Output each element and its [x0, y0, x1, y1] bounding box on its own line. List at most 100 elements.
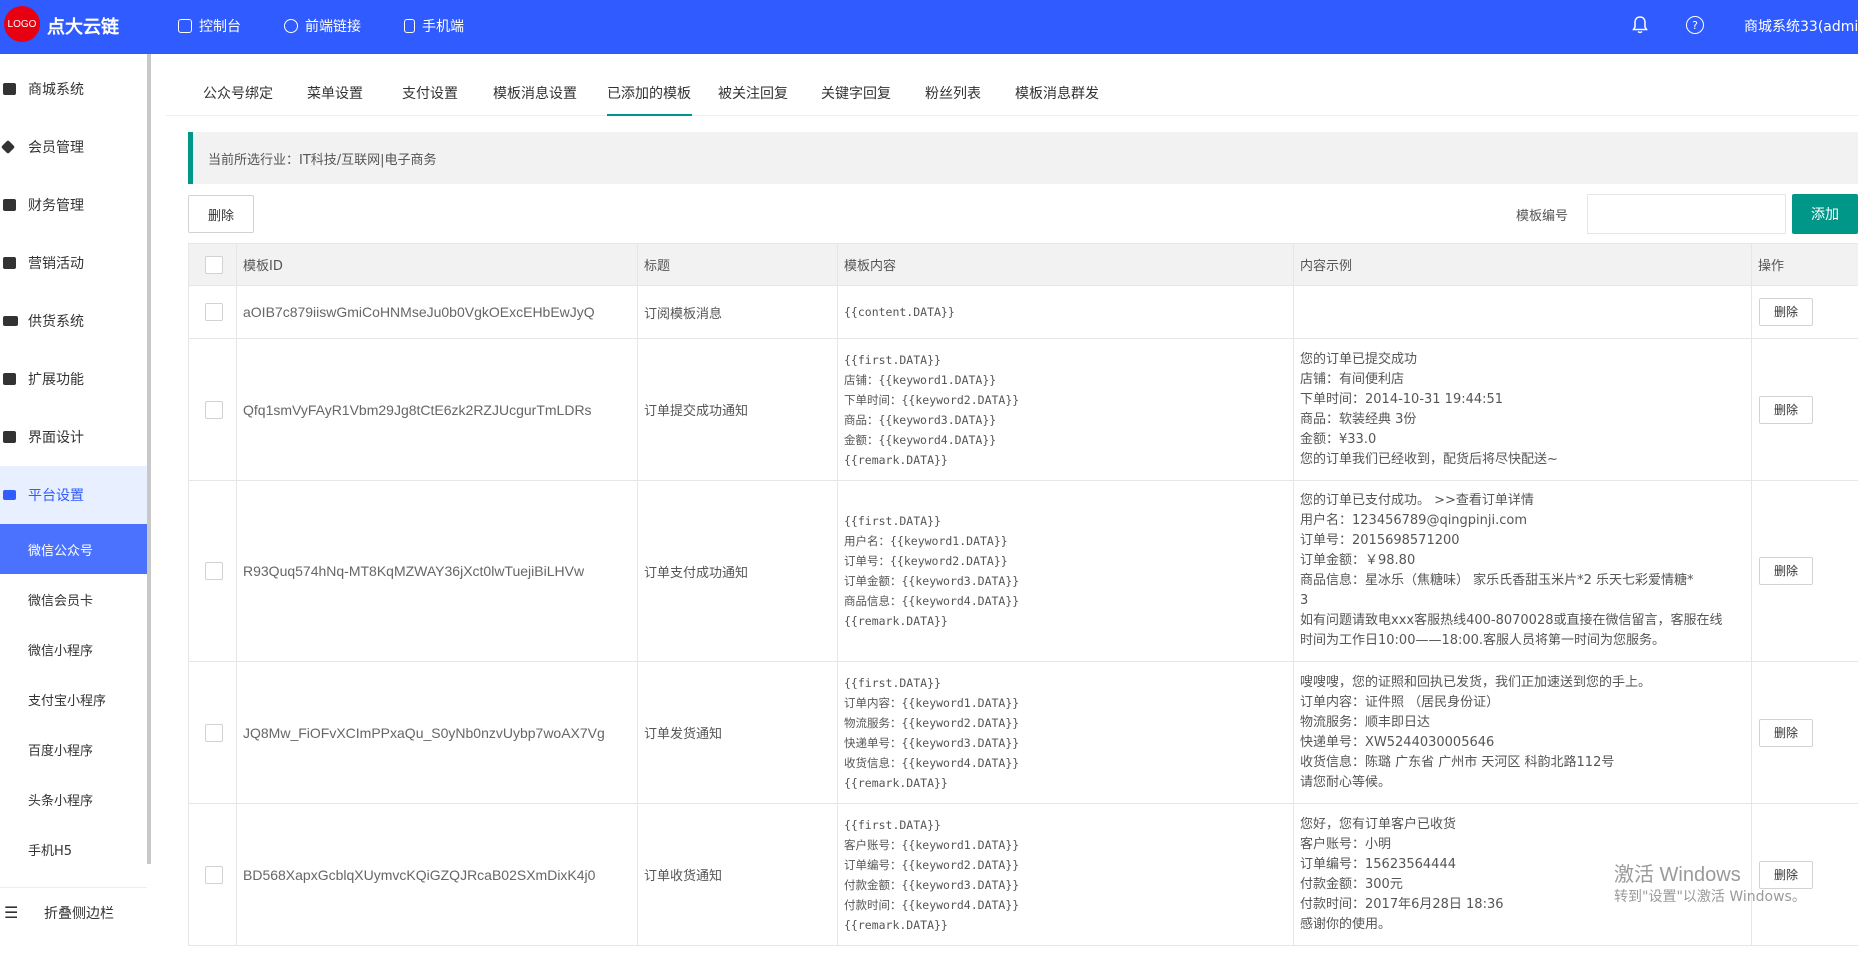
tab-bar: 公众号绑定 菜单设置 支付设置 模板消息设置 已添加的模板 被关注回复 关键字回…	[166, 54, 1858, 116]
sidebar-sub-label: 手机H5	[28, 843, 73, 859]
actions-cell: 删除	[1751, 338, 1858, 481]
sidebar-sub-wechat-card[interactable]: 微信会员卡	[0, 574, 147, 624]
example-text: 嗖嗖嗖，您的证照和回执已发货，我们正加速送到您的手上。 订单内容：证件照 （居民身…	[1300, 673, 1745, 793]
tab-follow-reply[interactable]: 被关注回复	[718, 83, 788, 103]
template-title-cell: 订单提交成功通知	[637, 338, 838, 481]
tab-template-broadcast[interactable]: 模板消息群发	[1015, 83, 1099, 103]
row-checkbox[interactable]	[205, 723, 223, 742]
template-title-cell: 订阅模板消息	[637, 285, 838, 339]
sidebar-sub-wechat-official[interactable]: 微信公众号	[0, 524, 147, 574]
tab-account-binding[interactable]: 公众号绑定	[203, 83, 273, 103]
sidebar-item-label: 商城系统	[28, 82, 84, 98]
sidebar-item-mall-system[interactable]: 商城系统	[0, 60, 147, 118]
nav-dashboard[interactable]: 控制台	[178, 16, 241, 36]
example-line: 订单内容：证件照 （居民身份证）	[1300, 694, 1500, 710]
sidebar-item-label: 扩展功能	[28, 372, 84, 388]
tab-fans-list[interactable]: 粉丝列表	[925, 83, 981, 103]
sidebar-item-ui-design[interactable]: 界面设计	[0, 408, 147, 466]
bell-icon[interactable]	[1632, 16, 1648, 34]
table-row: R93Quq574hNq-MT8KqMZWAY36jXct0lwTuejiBiL…	[188, 480, 1858, 662]
template-id-cell: R93Quq574hNq-MT8KqMZWAY36jXct0lwTuejiBiL…	[236, 480, 638, 662]
sidebar-sub-label: 百度小程序	[28, 743, 94, 759]
nav-frontend-links[interactable]: 前端链接	[284, 16, 361, 36]
sidebar-sub-label: 微信会员卡	[28, 593, 94, 609]
sidebar-item-label: 供货系统	[28, 314, 84, 330]
sidebar: 商城系统 会员管理 财务管理 营销活动 供货系统 扩展功能 界面设计 平台设置 …	[0, 54, 151, 957]
template-id-cell: JQ8Mw_FiOFvXCImPPxaQu_S0yNb0nzvUybp7woAX…	[236, 661, 638, 804]
sidebar-sub-baidu-mini[interactable]: 百度小程序	[0, 724, 147, 774]
header-select-all	[188, 243, 237, 286]
actions-cell: 删除	[1751, 661, 1858, 804]
add-template-button[interactable]: 添加	[1792, 194, 1858, 234]
example-line: 商品：软装经典 3份	[1300, 411, 1417, 427]
template-content-cell: {{first.DATA}} 店铺：{{keyword1.DATA}} 下单时间…	[837, 338, 1294, 481]
nav-mobile[interactable]: 手机端	[404, 16, 464, 36]
row-select-cell	[188, 803, 237, 946]
sidebar-item-extensions[interactable]: 扩展功能	[0, 350, 147, 408]
template-content-cell: {{first.DATA}} 用户名：{{keyword1.DATA}} 订单号…	[837, 480, 1294, 662]
example-line: 订单金额：￥98.80	[1300, 553, 1416, 568]
brand-name: 点大云链	[47, 17, 119, 38]
table-row: Qfq1smVyFAyR1Vbm29Jg8tCtE6zk2RZJUcgurTmL…	[188, 338, 1858, 481]
help-icon[interactable]: ?	[1686, 16, 1704, 34]
sidebar-item-label: 界面设计	[28, 430, 84, 446]
sidebar-item-supply[interactable]: 供货系统	[0, 292, 147, 350]
row-checkbox[interactable]	[205, 562, 223, 580]
tab-added-templates[interactable]: 已添加的模板	[607, 83, 691, 103]
row-delete-button[interactable]: 删除	[1759, 718, 1813, 747]
windows-watermark-title: 激活 Windows	[1614, 864, 1741, 886]
collapse-sidebar-label: 折叠侧边栏	[44, 905, 114, 922]
header-template-id: 模板ID	[236, 243, 638, 286]
example-cell: 您的订单已提交成功 店铺：有间便利店 下单时间：2014-10-31 19:44:5…	[1293, 338, 1752, 481]
dashboard-icon	[178, 19, 192, 33]
sidebar-item-member[interactable]: 会员管理	[0, 118, 147, 176]
sidebar-sub-alipay-mini[interactable]: 支付宝小程序	[0, 674, 147, 724]
example-text: 您的订单已支付成功。 >>查看订单详情 用户名：123456789@qingpin…	[1300, 491, 1745, 651]
sidebar-sub-label: 支付宝小程序	[28, 693, 107, 709]
tab-menu-settings[interactable]: 菜单设置	[307, 83, 363, 103]
select-all-checkbox[interactable]	[205, 255, 223, 274]
sidebar-sub-toutiao-mini[interactable]: 头条小程序	[0, 774, 147, 824]
tab-keyword-reply[interactable]: 关键字回复	[821, 83, 891, 103]
table-row: BD568XapxGcblqXUymvcKQiGZQJRcaB02SXmDixK…	[188, 803, 1858, 946]
row-checkbox[interactable]	[205, 400, 223, 419]
sidebar-item-platform-settings[interactable]: 平台设置	[0, 466, 147, 524]
template-content-cell: {{first.DATA}} 客户账号：{{keyword1.DATA}} 订单…	[837, 803, 1294, 946]
diamond-icon	[0, 139, 16, 155]
calendar-icon	[3, 257, 16, 269]
template-content-cell: {{content.DATA}}	[837, 285, 1294, 339]
row-select-cell	[188, 338, 237, 481]
grid-icon	[3, 431, 16, 443]
batch-delete-button[interactable]: 删除	[188, 195, 254, 233]
active-tab-indicator	[607, 114, 692, 116]
row-checkbox[interactable]	[205, 303, 223, 321]
example-line: 您好，您有订单客户已收货	[1300, 816, 1457, 832]
example-cell	[1293, 285, 1752, 339]
header-title: 标题	[637, 243, 838, 286]
row-delete-button[interactable]: 删除	[1759, 860, 1813, 889]
row-select-cell	[188, 285, 237, 339]
menu-collapse-icon: ☰	[4, 903, 19, 922]
row-checkbox[interactable]	[205, 865, 223, 884]
user-menu[interactable]: 商城系统33(admin	[1744, 16, 1858, 36]
template-code-input[interactable]	[1587, 194, 1786, 234]
collapse-sidebar-button[interactable]: ☰ 折叠侧边栏	[0, 887, 147, 937]
tab-payment-settings[interactable]: 支付设置	[402, 83, 458, 103]
actions-cell: 删除	[1751, 285, 1858, 339]
sidebar-item-marketing[interactable]: 营销活动	[0, 234, 147, 292]
template-id-cell: BD568XapxGcblqXUymvcKQiGZQJRcaB02SXmDixK…	[236, 803, 638, 946]
template-title-cell: 订单发货通知	[637, 661, 838, 804]
row-delete-button[interactable]: 删除	[1759, 395, 1813, 424]
row-delete-button[interactable]: 删除	[1759, 298, 1813, 326]
sidebar-scrollbar[interactable]	[147, 54, 151, 864]
row-delete-button[interactable]: 删除	[1759, 557, 1813, 585]
example-line: 金额：¥33.0	[1300, 431, 1377, 447]
header-example: 内容示例	[1293, 243, 1752, 286]
top-bar: LOGO 点大云链 控制台 前端链接 手机端 ? 商城系统33(admin	[0, 0, 1858, 54]
example-line: 收货信息：陈璐 广东省 广州市 天河区 科韵北路112号	[1300, 754, 1615, 770]
tab-template-settings[interactable]: 模板消息设置	[493, 83, 577, 103]
sidebar-sub-mobile-h5[interactable]: 手机H5	[0, 824, 147, 874]
sidebar-sub-label: 微信公众号	[28, 543, 94, 559]
sidebar-item-finance[interactable]: 财务管理	[0, 176, 147, 234]
sidebar-sub-wechat-mini[interactable]: 微信小程序	[0, 624, 147, 674]
